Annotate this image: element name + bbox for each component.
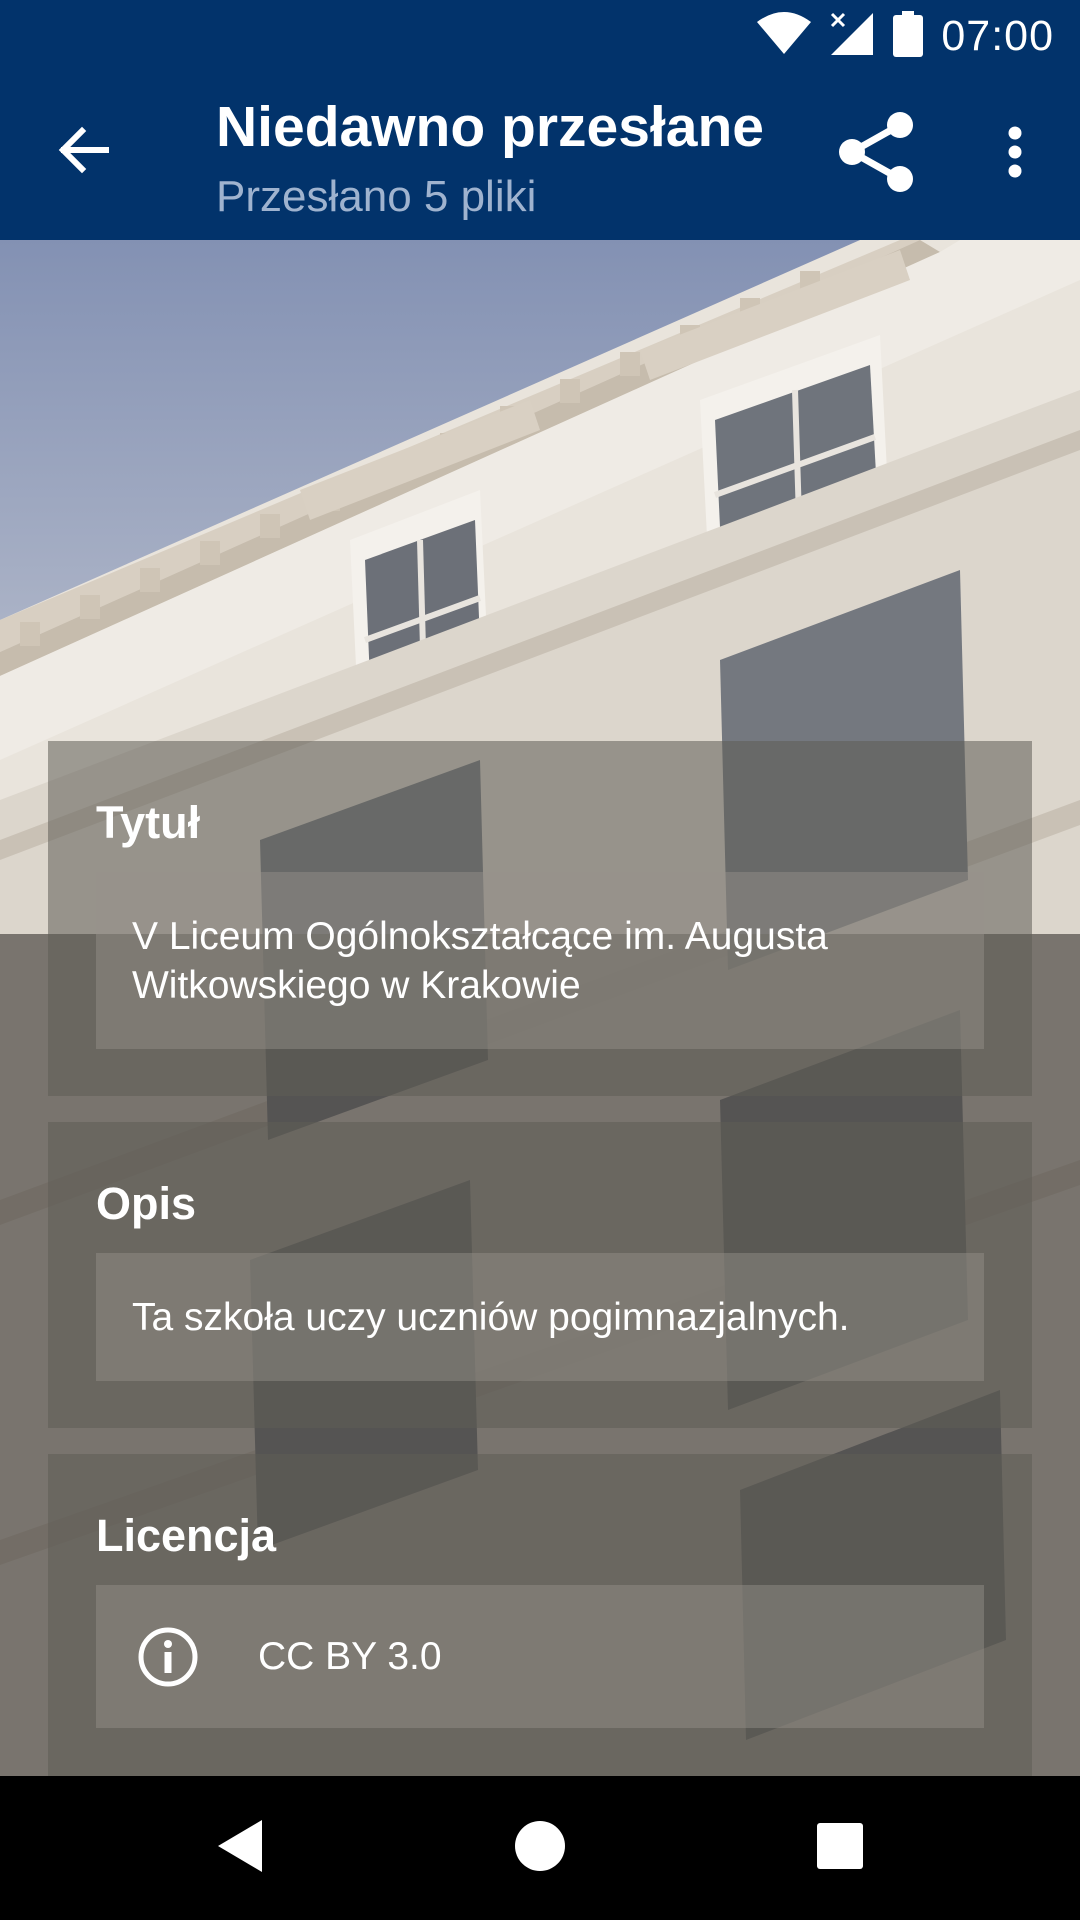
more-options-button[interactable] [985, 112, 1045, 196]
license-label: Licencja [96, 1510, 277, 1561]
share-icon [838, 111, 914, 198]
nav-home-icon [514, 1820, 566, 1877]
more-vert-icon [1007, 126, 1023, 183]
info-icon [136, 1625, 200, 1689]
system-nav-bar [0, 1776, 1080, 1920]
nav-home-button[interactable] [500, 1808, 580, 1888]
description-field[interactable]: Ta szkoła uczy uczniów pogimnazjalnych. [96, 1253, 984, 1381]
app-bar: Niedawno przesłane Przesłano 5 pliki [0, 72, 1080, 240]
page-title: Niedawno przesłane [216, 95, 764, 159]
wifi-icon [757, 11, 812, 61]
description-label: Opis [96, 1178, 197, 1229]
title-value: V Liceum Ogólnokształcące im. Augusta Wi… [132, 915, 828, 1007]
media-photo: Tytuł V Liceum Ogólnokształcące im. Augu… [0, 240, 1080, 1776]
battery-icon [893, 10, 924, 62]
arrow-back-icon [58, 124, 110, 181]
license-card: Licencja CC BY 3.0 [48, 1454, 1032, 1776]
status-icons: 07:00 [757, 10, 1054, 62]
status-bar: 07:00 [0, 0, 1080, 72]
license-field[interactable]: CC BY 3.0 [96, 1585, 984, 1728]
license-value: CC BY 3.0 [258, 1635, 442, 1678]
title-label: Tytuł [96, 797, 201, 848]
share-button[interactable] [830, 108, 922, 200]
description-value: Ta szkoła uczy uczniów pogimnazjalnych. [132, 1296, 850, 1339]
signal-no-service-icon [829, 11, 875, 62]
title-field[interactable]: V Liceum Ogólnokształcące im. Augusta Wi… [96, 872, 984, 1049]
nav-back-icon [214, 1818, 266, 1879]
title-card: Tytuł V Liceum Ogólnokształcące im. Augu… [48, 741, 1032, 1096]
nav-recents-button[interactable] [800, 1808, 880, 1888]
description-card: Opis Ta szkoła uczy uczniów pogimnazjaln… [48, 1122, 1032, 1428]
nav-back-button[interactable] [200, 1808, 280, 1888]
page-subtitle: Przesłano 5 pliki [216, 172, 537, 221]
nav-recents-icon [817, 1822, 863, 1874]
status-time: 07:00 [941, 11, 1054, 60]
back-button[interactable] [44, 112, 124, 192]
